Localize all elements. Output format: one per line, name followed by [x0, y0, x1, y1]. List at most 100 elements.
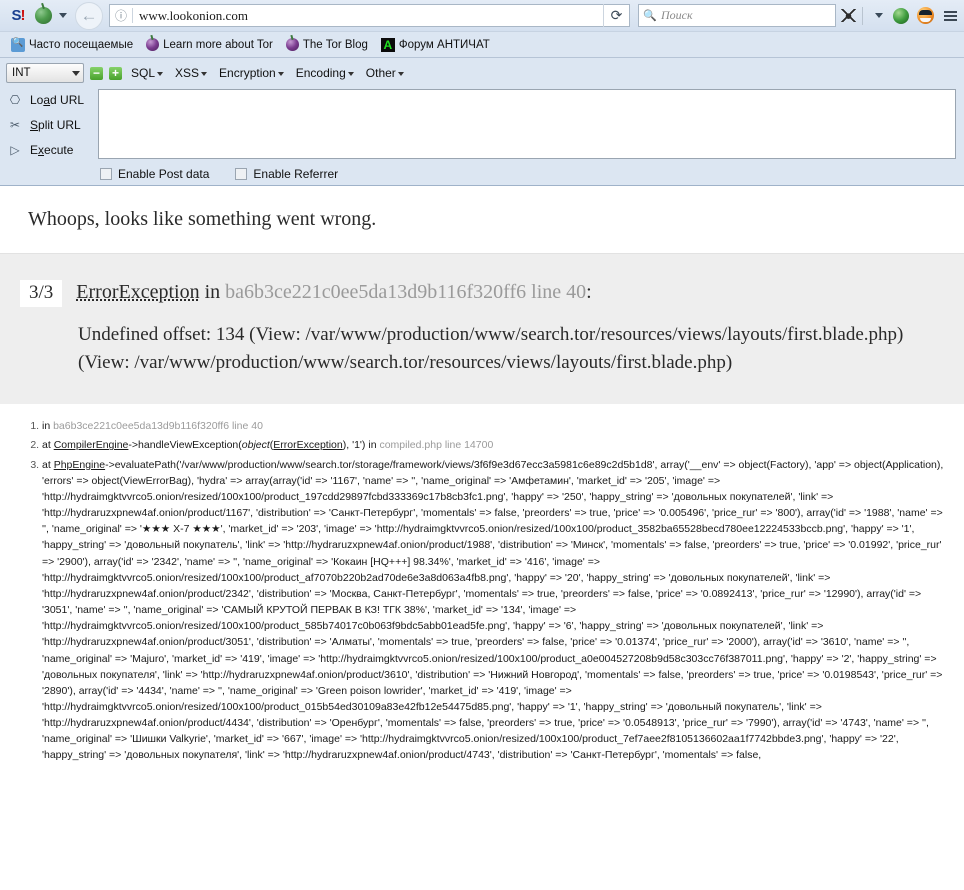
trace-arg-class[interactable]: ErrorException	[273, 439, 342, 451]
exception-panel: 3/3 ErrorException in ba6b3ce221c0ee5da1…	[0, 254, 964, 405]
bookmark-the-tor-blog[interactable]: The Tor Blog	[281, 37, 373, 52]
trace-class[interactable]: CompilerEngine	[54, 439, 129, 451]
bookmark-label: Learn more about Tor	[163, 38, 273, 51]
trace-arrow: ->	[105, 458, 115, 471]
enable-post-data-checkbox[interactable]: Enable Post data	[100, 167, 209, 181]
onion-menu-icon[interactable]	[30, 3, 56, 29]
bookmark-label: Форум АНТИЧАТ	[398, 38, 490, 51]
exception-in-word: in	[204, 281, 221, 303]
hackbar-menu-other[interactable]: Other	[363, 66, 407, 80]
hackbar-url-textarea[interactable]	[98, 89, 956, 159]
torbutton-icon	[893, 7, 909, 24]
load-url-icon: ⎔	[9, 92, 21, 107]
execute-button[interactable]: ▷ Execute	[6, 137, 98, 162]
exception-file: ba6b3ce221c0ee5da13d9b116f320ff6 line 40	[225, 281, 587, 303]
bookmarks-bar: Часто посещаемые Learn more about Tor Th…	[0, 31, 964, 57]
browser-chrome: S! ← ⓘ www.lookonion.com ⟳ 🔍 Поиск 🔍 Час…	[0, 0, 964, 58]
chevron-down-icon	[347, 72, 354, 76]
hamburger-menu-icon[interactable]	[940, 10, 960, 21]
chevron-down-icon	[157, 72, 164, 76]
skype-logo-icon: S!	[4, 3, 30, 29]
hackbar-menu-encryption[interactable]: Encryption	[216, 66, 287, 80]
exception-name-link[interactable]: ErrorException	[76, 281, 199, 303]
enable-referrer-label: Enable Referrer	[253, 167, 339, 181]
hackbar-menu-sql[interactable]: SQL	[128, 66, 166, 80]
trace-method: evaluatePath('/var/www/production/www/se…	[114, 458, 661, 471]
hackbar-menu-row: INT − + SQL XSS Encryption Encoding Othe…	[0, 61, 964, 87]
chevron-down-icon	[874, 13, 883, 18]
noscript-button[interactable]	[836, 4, 860, 28]
trace-file: compiled.php line 14700	[379, 439, 494, 452]
enable-referrer-checkbox[interactable]: Enable Referrer	[235, 167, 338, 181]
page-content: Whoops, looks like something went wrong.…	[0, 186, 964, 764]
checkbox-icon	[235, 168, 248, 180]
hackbar-menu-encoding[interactable]: Encoding	[293, 66, 357, 80]
search-bar[interactable]: 🔍 Поиск	[638, 4, 836, 27]
onion-icon	[146, 38, 160, 51]
url-input[interactable]: www.lookonion.com	[133, 8, 603, 24]
execute-icon: ▷	[10, 142, 20, 157]
exception-title: ErrorException in ba6b3ce221c0ee5da13d9b…	[76, 280, 591, 304]
whoops-message: Whoops, looks like something went wrong.	[28, 208, 377, 230]
back-button[interactable]: ←	[75, 1, 103, 30]
hackbar-menu-label: Encryption	[219, 66, 276, 80]
hackbar-add-button[interactable]: +	[109, 66, 122, 80]
bookmark-label: Часто посещаемые	[29, 38, 134, 51]
hackbar-body: ⎔ Load URL ✂ Split URL ▷ Execute	[0, 87, 964, 162]
hackbar-menu-xss[interactable]: XSS	[172, 66, 210, 80]
stack-trace-item-1: in ba6b3ce221c0ee5da13d9b116f320ff6 line…	[42, 418, 950, 434]
execute-label: Execute	[30, 142, 74, 157]
trace-arg-type: object	[241, 439, 270, 452]
antichat-icon: A	[380, 37, 395, 52]
bookmark-label: The Tor Blog	[302, 38, 368, 51]
toolbar-divider	[862, 6, 863, 25]
noscript-icon	[840, 9, 856, 22]
load-url-button[interactable]: ⎔ Load URL	[6, 87, 98, 112]
addon-dropdown-button[interactable]	[865, 4, 889, 28]
trace-prefix: at	[42, 458, 54, 471]
exception-header: 3/3 ErrorException in ba6b3ce221c0ee5da1…	[0, 280, 964, 307]
search-input[interactable]: Поиск	[661, 8, 693, 23]
enable-post-data-label: Enable Post data	[118, 167, 210, 181]
url-bar[interactable]: ⓘ www.lookonion.com ⟳	[109, 4, 630, 27]
browser-navigation-bar: S! ← ⓘ www.lookonion.com ⟳ 🔍 Поиск	[0, 0, 964, 31]
reload-icon: ⟳	[610, 7, 623, 23]
reload-button[interactable]: ⟳	[603, 4, 629, 27]
bookmark-most-visited[interactable]: Часто посещаемые	[6, 37, 138, 53]
hackbar-actions: ⎔ Load URL ✂ Split URL ▷ Execute	[6, 87, 98, 162]
info-icon[interactable]: ⓘ	[110, 7, 132, 24]
back-arrow-icon: ←	[80, 5, 98, 25]
hackbar-menu-label: SQL	[131, 66, 156, 80]
load-url-label: Load URL	[30, 92, 85, 107]
bookmark-folder-icon	[11, 37, 25, 52]
tor-user-button[interactable]	[913, 4, 937, 28]
hackbar-remove-button[interactable]: −	[90, 66, 103, 80]
split-url-label: Split URL	[30, 117, 81, 132]
hackbar-menu-label: Other	[365, 66, 396, 80]
trace-method: handleViewException(	[138, 439, 242, 452]
bookmark-antichat-forum[interactable]: A Форум АНТИЧАТ	[376, 37, 495, 53]
split-url-icon: ✂	[9, 117, 21, 132]
chevron-down-icon	[201, 72, 208, 76]
hackbar-menu-label: Encoding	[295, 66, 346, 80]
chevron-down-icon	[72, 70, 80, 76]
chevron-down-icon[interactable]	[59, 13, 67, 18]
bookmark-learn-more-about-tor[interactable]: Learn more about Tor	[141, 37, 278, 52]
hackbar-toolbar: INT − + SQL XSS Encryption Encoding Othe…	[0, 58, 964, 186]
trace-prefix: at	[42, 439, 54, 452]
hackbar-type-select[interactable]: INT	[6, 63, 84, 83]
hackbar-type-value: INT	[12, 67, 31, 79]
trace-class[interactable]: PhpEngine	[54, 459, 105, 471]
chevron-down-icon	[397, 72, 404, 76]
stack-trace-item-2: at CompilerEngine->handleViewException(o…	[42, 437, 950, 453]
trace-in-word: in	[365, 439, 380, 452]
trace-file: ba6b3ce221c0ee5da13d9b116f320ff6 line 40	[53, 420, 263, 433]
checkbox-icon	[100, 168, 112, 180]
hackbar-checkbox-row: Enable Post data Enable Referrer	[0, 162, 964, 181]
hackbar-menu-label: XSS	[175, 66, 200, 80]
stack-trace-item-3: at PhpEngine->evaluatePath('/var/www/pro…	[42, 457, 950, 764]
split-url-button[interactable]: ✂ Split URL	[6, 112, 98, 137]
whoops-panel: Whoops, looks like something went wrong.	[0, 186, 964, 254]
torbutton[interactable]	[889, 4, 913, 28]
tor-user-icon	[916, 7, 934, 24]
